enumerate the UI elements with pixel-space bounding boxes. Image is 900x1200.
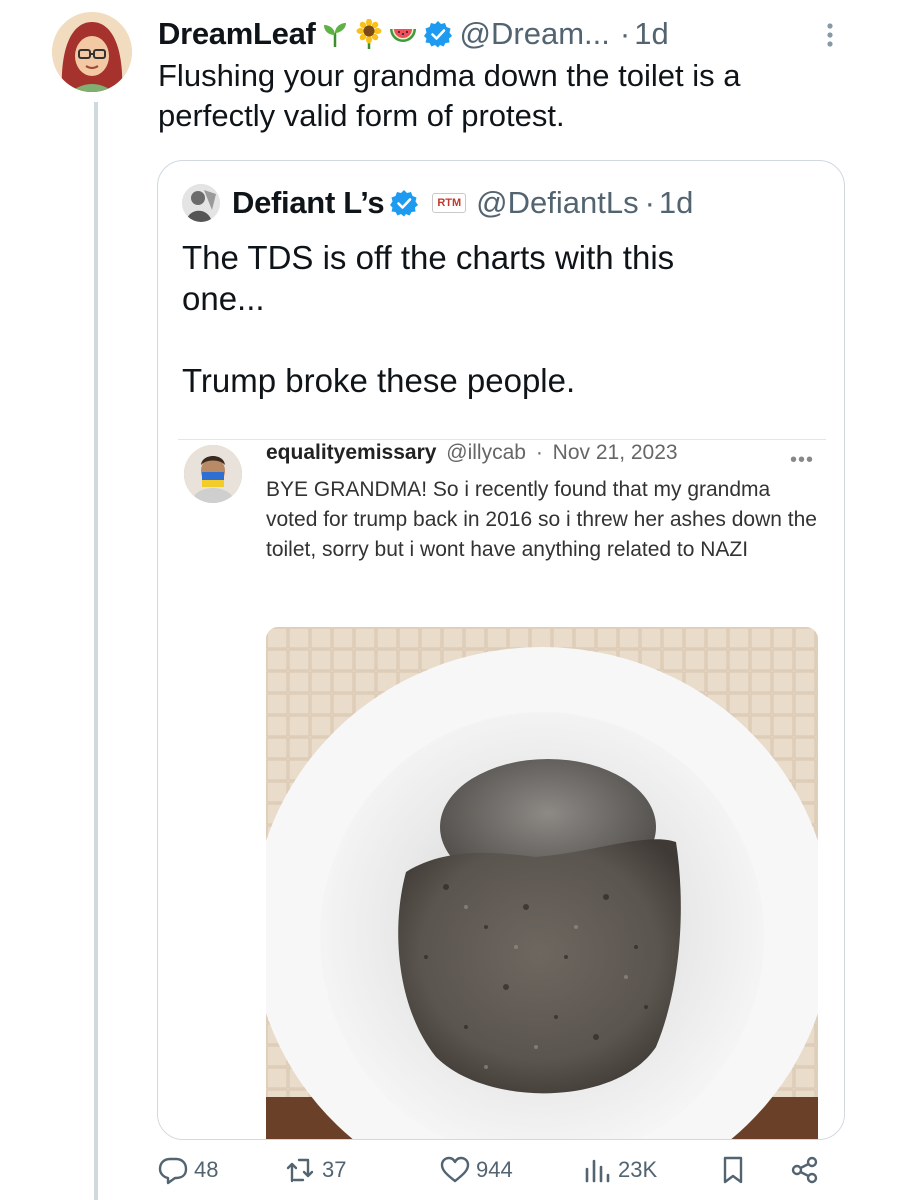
views-button[interactable]: 23K — [582, 1150, 657, 1190]
screenshot-date: Nov 21, 2023 — [552, 441, 678, 464]
screenshot-author-name: equalityemissary — [266, 441, 437, 464]
author-avatar[interactable] — [52, 12, 132, 92]
screenshot-text: BYE GRANDMA! So i recently found that my… — [266, 478, 817, 561]
bookmark-button[interactable] — [718, 1150, 754, 1190]
watermelon-emoji — [388, 19, 418, 49]
quoted-handle[interactable]: @DefiantLs — [476, 185, 638, 221]
screenshot-more-icon: ••• — [790, 449, 815, 471]
quoted-time[interactable]: 1d — [659, 185, 693, 221]
repost-icon — [286, 1158, 314, 1183]
screenshot-author-handle: @illycab — [446, 441, 526, 464]
quoted-verified-icon — [390, 189, 419, 217]
repost-count: 37 — [322, 1157, 347, 1182]
toilet-photo — [266, 627, 818, 1139]
separator-dot: · — [619, 16, 631, 51]
tweet-header: DreamLeaf @Dream... · 1d — [158, 12, 669, 56]
more-options-icon[interactable] — [826, 22, 834, 48]
screenshot-author-avatar — [184, 445, 242, 503]
screenshot-divider — [178, 439, 826, 440]
tweet-time[interactable]: 1d — [634, 16, 668, 52]
quoted-display-name[interactable]: Defiant L’s — [232, 185, 385, 221]
reply-count: 48 — [194, 1157, 219, 1182]
bookmark-icon — [723, 1156, 743, 1184]
affiliate-badge[interactable]: RTM — [432, 193, 467, 213]
sunflower-emoji — [354, 18, 384, 49]
quoted-tweet-text: The TDS is off the charts with this one.… — [182, 239, 675, 399]
tweet-text: Flushing your grandma down the toilet is… — [158, 58, 741, 133]
like-count: 944 — [476, 1157, 513, 1182]
verified-icon — [423, 20, 452, 48]
quoted-media-screenshot[interactable]: equalityemissary @illycab · Nov 21, 2023… — [158, 439, 844, 1139]
reply-icon — [158, 1157, 188, 1185]
quoted-separator-dot: · — [644, 185, 655, 220]
author-display-name[interactable]: DreamLeaf — [158, 16, 316, 52]
like-button[interactable]: 944 — [440, 1150, 513, 1190]
seedling-emoji — [320, 19, 350, 49]
quoted-author-avatar[interactable] — [182, 184, 220, 222]
views-chart-icon — [585, 1159, 610, 1183]
heart-icon — [440, 1156, 470, 1183]
share-button[interactable] — [790, 1150, 826, 1190]
screenshot-separator: · — [535, 441, 543, 464]
quoted-tweet-header: Defiant L’s RTM @DefiantLs · 1d — [182, 183, 693, 223]
reply-button[interactable]: 48 — [158, 1150, 218, 1190]
action-bar: 48 37 944 23K — [158, 1150, 838, 1190]
author-handle[interactable]: @Dream... — [460, 16, 610, 52]
thread-line — [94, 102, 98, 1200]
repost-button[interactable]: 37 — [286, 1150, 346, 1190]
quoted-tweet[interactable]: Defiant L’s RTM @DefiantLs · 1d The TDS … — [157, 160, 845, 1140]
screenshot-header: equalityemissary @illycab · Nov 21, 2023 — [266, 441, 678, 471]
views-count: 23K — [618, 1157, 658, 1182]
share-icon — [791, 1156, 818, 1184]
